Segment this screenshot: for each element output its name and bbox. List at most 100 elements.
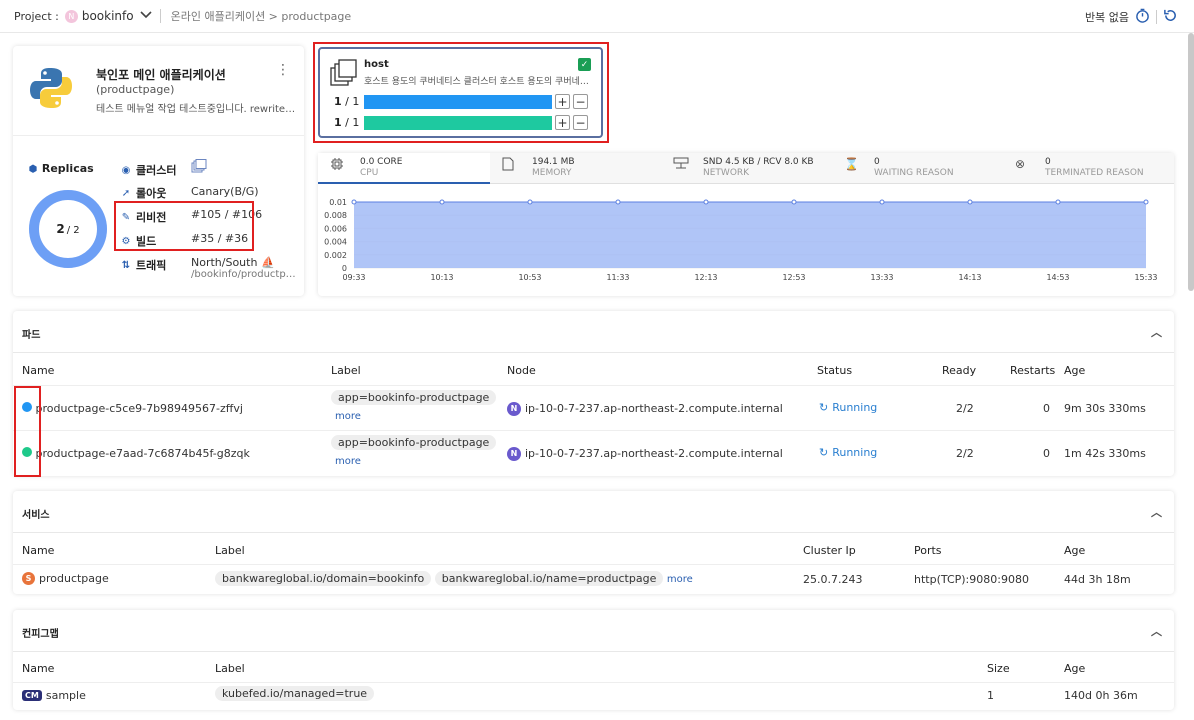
- divider: [159, 9, 161, 23]
- divider: [13, 564, 1174, 565]
- replicas-label: ⬢ Replicas: [28, 162, 94, 175]
- configmap-size: 1: [987, 689, 994, 702]
- pod-node[interactable]: Nip-10-0-7-237.ap-northeast-2.compute.in…: [507, 401, 783, 416]
- traffic-value: North/South ⛵: [191, 256, 275, 269]
- pod-name[interactable]: productpage-e7aad-7c6874b45f-g8zqk: [36, 447, 250, 460]
- col-restarts: Restarts: [1010, 364, 1056, 377]
- col-name: Name: [22, 364, 55, 377]
- status-badge: ↻ Running: [819, 401, 878, 414]
- y-tick-label: 0.006: [324, 224, 347, 233]
- service-labels: bankwareglobal.io/domain=bookinfo bankwa…: [215, 571, 693, 586]
- service-name[interactable]: productpage: [39, 572, 109, 585]
- x-tick-label: 10:53: [518, 273, 541, 282]
- series-area: [354, 202, 1146, 268]
- highlight-box: [14, 386, 41, 477]
- data-point: [1143, 199, 1149, 205]
- hexagon-icon: ⬢: [28, 164, 38, 175]
- memory-icon: [502, 157, 522, 174]
- col-status: Status: [817, 364, 853, 377]
- metrics-card: 0.0 CORE CPU 194.1 MB MEMORY SND 4.5 KB / …: [318, 153, 1174, 296]
- kebab-menu-icon[interactable]: ⋮: [276, 62, 290, 78]
- configmaps-section: 컨피그맵 ︿ Name Label Size Age CM sample kubef…: [13, 610, 1174, 710]
- data-point: [527, 199, 533, 205]
- service-badge: S: [22, 572, 35, 585]
- replicas-total: / 2: [67, 225, 80, 236]
- cpu-chart: 0.01 0.008 0.006 0.004 0.002 009:33 10:13 10:53…: [324, 198, 1157, 282]
- cpu-icon: [330, 157, 350, 174]
- pod-ready: 2/2: [956, 447, 974, 460]
- col-age: Age: [1064, 544, 1086, 557]
- pod-name[interactable]: productpage-c5ce9-7b98949567-zffvj: [36, 402, 243, 415]
- pod-ready: 2/2: [956, 402, 974, 415]
- x-tick-label: 15:33: [1134, 273, 1157, 282]
- col-ready: Ready: [942, 364, 977, 377]
- chevron-down-icon[interactable]: [140, 10, 152, 22]
- refresh-icon: ↻: [819, 446, 829, 459]
- col-name: Name: [22, 544, 55, 557]
- rollout-value: Canary(B/G): [191, 185, 259, 198]
- node-badge: N: [507, 446, 521, 461]
- tab-waiting[interactable]: ⌛ 0 WAITING REASON: [832, 153, 1003, 184]
- section-header[interactable]: 파드 ︿: [13, 311, 1174, 353]
- col-label: Label: [215, 662, 245, 675]
- app-title: 북인포 메인 애플리케이션: [96, 68, 226, 82]
- table-row[interactable]: Sproductpage: [22, 572, 109, 585]
- network-icon: [673, 157, 693, 174]
- pod-restarts: 0: [1043, 402, 1050, 415]
- table-row[interactable]: productpage-e7aad-7c6874b45f-g8zqk: [22, 447, 250, 460]
- service-age: 44d 3h 18m: [1064, 573, 1131, 586]
- divider: [13, 682, 1174, 683]
- traffic-path: /bookinfo/productp…: [191, 269, 296, 280]
- col-label: Label: [215, 544, 245, 557]
- refresh-icon[interactable]: [1163, 8, 1178, 26]
- service-cluster-ip: 25.0.7.243: [803, 573, 863, 586]
- tab-terminated[interactable]: ⊗ 0 TERMINATED REASON: [1003, 153, 1174, 184]
- section-header[interactable]: 서비스 ︿: [13, 491, 1174, 533]
- app-subtitle: (productpage): [96, 83, 175, 96]
- more-link[interactable]: more: [667, 574, 693, 585]
- x-tick-label: 10:13: [430, 273, 453, 282]
- y-tick-label: 0.008: [324, 211, 347, 220]
- chevron-up-icon[interactable]: ︿: [1151, 324, 1162, 340]
- divider: [13, 135, 304, 136]
- chevron-up-icon[interactable]: ︿: [1151, 623, 1162, 639]
- pod-age: 1m 42s 330ms: [1064, 447, 1146, 460]
- chevron-up-icon[interactable]: ︿: [1151, 504, 1162, 520]
- replicas-ready: 2: [56, 222, 64, 236]
- data-point: [1055, 199, 1061, 205]
- cluster-icon[interactable]: [191, 159, 207, 178]
- col-label: Label: [331, 364, 361, 377]
- timer-icon[interactable]: [1135, 8, 1150, 26]
- col-size: Size: [987, 662, 1010, 675]
- tab-network[interactable]: SND 4.5 KB / RCV 8.0 KB NETWORK: [661, 153, 832, 184]
- configmap-age: 140d 0h 36m: [1064, 689, 1138, 702]
- sailboat-icon: ⛵: [260, 256, 275, 269]
- x-tick-label: 13:33: [870, 273, 893, 282]
- replicas-donut: 2/ 2: [29, 190, 107, 268]
- project-name[interactable]: bookinfo: [82, 9, 134, 23]
- scrollbar[interactable]: [1188, 33, 1194, 291]
- configmap-badge: CM: [22, 690, 42, 701]
- configmap-name[interactable]: sample: [46, 689, 86, 702]
- x-tick-label: 09:33: [342, 273, 365, 282]
- x-tick-label: 12:13: [694, 273, 717, 282]
- table-row[interactable]: CM sample: [22, 689, 86, 702]
- data-point: [967, 199, 973, 205]
- highlight-box: [313, 42, 609, 143]
- more-link[interactable]: more: [335, 409, 361, 422]
- pod-node[interactable]: Nip-10-0-7-237.ap-northeast-2.compute.in…: [507, 446, 783, 461]
- table-row[interactable]: productpage-c5ce9-7b98949567-zffvj: [22, 402, 243, 415]
- top-bar: Project : N bookinfo 온라인 애플리케이션 > produc…: [0, 0, 1194, 33]
- col-ports: Ports: [914, 544, 942, 557]
- cluster-label: ◉ 클러스터: [121, 164, 177, 177]
- divider: [1156, 10, 1157, 24]
- repeat-label[interactable]: 반복 없음: [1085, 9, 1129, 25]
- section-header[interactable]: 컨피그맵 ︿: [13, 610, 1174, 652]
- data-point: [351, 199, 357, 205]
- more-link[interactable]: more: [335, 454, 361, 467]
- tab-cpu[interactable]: 0.0 CORE CPU: [318, 153, 490, 184]
- pod-label: app=bookinfo-productpage: [331, 390, 497, 405]
- tab-memory[interactable]: 194.1 MB MEMORY: [490, 153, 661, 184]
- data-point: [439, 199, 445, 205]
- pod-restarts: 0: [1043, 447, 1050, 460]
